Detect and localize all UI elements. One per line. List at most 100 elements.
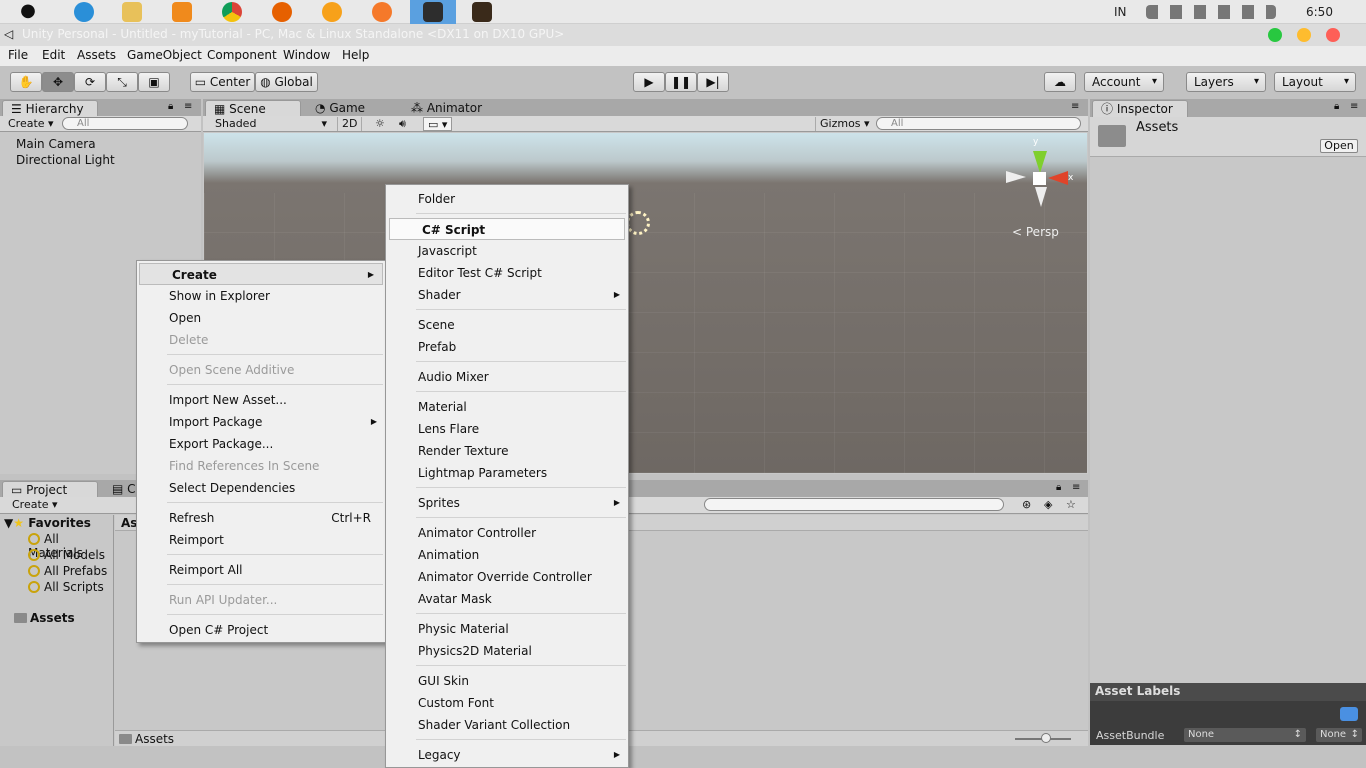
- audio-icon[interactable]: 🔊︎: [395, 117, 410, 131]
- step-button[interactable]: ▶|: [697, 72, 729, 92]
- menu-item-javascript[interactable]: Javascript: [386, 240, 628, 262]
- menu-item-animator-override-controller[interactable]: Animator Override Controller: [386, 566, 628, 588]
- menu-item-editor-test-c-script[interactable]: Editor Test C# Script: [386, 262, 628, 284]
- menu-item-animation[interactable]: Animation: [386, 544, 628, 566]
- panel-menu-icon[interactable]: ≡: [184, 101, 192, 112]
- menu-item-lightmap-parameters[interactable]: Lightmap Parameters: [386, 462, 628, 484]
- pivot-center-toggle[interactable]: ▭ Center: [190, 72, 255, 92]
- menu-item-custom-font[interactable]: Custom Font: [386, 692, 628, 714]
- sun-light-icon[interactable]: [626, 211, 650, 235]
- tray-icons[interactable]: [1146, 5, 1276, 19]
- project-search-input[interactable]: [704, 498, 1004, 511]
- lighting-icon[interactable]: ☼: [371, 117, 389, 131]
- favorite-item[interactable]: All Models: [28, 548, 105, 562]
- rect-tool-button[interactable]: ▣: [138, 72, 170, 92]
- menu-file[interactable]: File: [8, 48, 28, 62]
- menu-item-create[interactable]: Create ▶: [139, 263, 383, 285]
- menu-item-import-new-asset[interactable]: Import New Asset...: [137, 389, 385, 411]
- menu-item-open[interactable]: Open: [137, 307, 385, 329]
- pivot-global-toggle[interactable]: ◍ Global: [255, 72, 318, 92]
- menu-item-physic-material[interactable]: Physic Material: [386, 618, 628, 640]
- menu-item-folder[interactable]: Folder: [386, 188, 628, 210]
- pause-button[interactable]: ❚❚: [665, 72, 697, 92]
- shading-dropdown[interactable]: Shaded ▾: [211, 117, 329, 131]
- blender-icon[interactable]: [372, 2, 392, 22]
- tab-hierarchy[interactable]: ☰ Hierarchy: [2, 100, 98, 117]
- neg-y-cone[interactable]: [1035, 187, 1047, 207]
- favorite-star-icon[interactable]: ☆: [1062, 498, 1080, 512]
- menu-gameobject[interactable]: GameObject: [127, 48, 202, 62]
- scene-gizmo[interactable]: y x: [1004, 137, 1074, 213]
- firefox-icon[interactable]: [272, 2, 292, 22]
- assetbundle-dropdown[interactable]: None ↕: [1184, 728, 1306, 742]
- panel-menu-icon[interactable]: ≡: [1071, 101, 1079, 112]
- menu-item-legacy[interactable]: Legacy ▶: [386, 744, 628, 766]
- zoom-slider-thumb[interactable]: [1041, 733, 1051, 743]
- apple-icon[interactable]: ●: [18, 2, 38, 22]
- menu-item-export-package[interactable]: Export Package...: [137, 433, 385, 455]
- rotate-tool-button[interactable]: ⟳: [74, 72, 106, 92]
- breadcrumb[interactable]: As: [121, 516, 137, 530]
- menu-item-audio-mixer[interactable]: Audio Mixer: [386, 366, 628, 388]
- film-icon[interactable]: [472, 2, 492, 22]
- hand-tool-button[interactable]: ✋: [10, 72, 42, 92]
- menu-item-import-package[interactable]: Import Package ▶: [137, 411, 385, 433]
- perspective-label[interactable]: < Persp: [1012, 225, 1059, 239]
- unity-icon[interactable]: [423, 2, 443, 22]
- menu-item-lens-flare[interactable]: Lens Flare: [386, 418, 628, 440]
- tab-project[interactable]: ▭ Project: [2, 481, 98, 498]
- variant-dropdown[interactable]: None ↕: [1316, 728, 1362, 742]
- filter-type-icon[interactable]: ⊛: [1018, 498, 1035, 512]
- folder-icon[interactable]: [122, 2, 142, 22]
- lock-icon[interactable]: 🔒︎: [1334, 101, 1339, 112]
- tab-animator[interactable]: ⁂ Animator: [403, 100, 503, 117]
- zoom-slider[interactable]: [1015, 733, 1071, 743]
- panel-menu-icon[interactable]: ≡: [1350, 101, 1358, 112]
- assets-node[interactable]: Assets: [14, 611, 75, 625]
- language-indicator[interactable]: IN: [1114, 5, 1127, 19]
- favorites-node[interactable]: ▼★ Favorites: [4, 516, 91, 530]
- inspector-open-button[interactable]: Open: [1320, 139, 1358, 153]
- close-button[interactable]: [1326, 28, 1340, 42]
- scene-search-input[interactable]: All: [876, 117, 1081, 130]
- scale-tool-button[interactable]: ⤡: [106, 72, 138, 92]
- play-button[interactable]: ▶: [633, 72, 665, 92]
- panel-menu-icon[interactable]: ≡: [1072, 482, 1080, 493]
- move-tool-button[interactable]: ✥: [42, 72, 74, 92]
- menu-item-prefab[interactable]: Prefab: [386, 336, 628, 358]
- cloud-button[interactable]: ☁: [1044, 72, 1076, 92]
- y-axis-cone[interactable]: [1033, 151, 1047, 173]
- lock-icon[interactable]: 🔒︎: [168, 101, 173, 112]
- menu-item-select-dependencies[interactable]: Select Dependencies: [137, 477, 385, 499]
- menu-item-reimport[interactable]: Reimport: [137, 529, 385, 551]
- menu-edit[interactable]: Edit: [42, 48, 65, 62]
- project-create-button[interactable]: Create ▾: [8, 498, 62, 512]
- menu-item-material[interactable]: Material: [386, 396, 628, 418]
- layers-dropdown[interactable]: Layers: [1186, 72, 1266, 92]
- menu-item-shader-variant-collection[interactable]: Shader Variant Collection: [386, 714, 628, 736]
- hierarchy-item[interactable]: Main Camera: [16, 137, 96, 151]
- favorite-item[interactable]: All Prefabs: [28, 564, 107, 578]
- lock-icon[interactable]: 🔒︎: [1056, 482, 1061, 493]
- menu-item-show-in-explorer[interactable]: Show in Explorer: [137, 285, 385, 307]
- layout-dropdown[interactable]: Layout: [1274, 72, 1356, 92]
- menu-assets[interactable]: Assets: [77, 48, 116, 62]
- media-icon[interactable]: [172, 2, 192, 22]
- menu-item-open-c-project[interactable]: Open C# Project: [137, 619, 385, 641]
- filter-label-icon[interactable]: ◈: [1040, 498, 1056, 512]
- neg-x-cone[interactable]: [1006, 171, 1026, 183]
- hierarchy-search-input[interactable]: All: [62, 117, 188, 130]
- hierarchy-create-button[interactable]: Create ▾: [4, 117, 58, 131]
- menu-item-reimport-all[interactable]: Reimport All: [137, 559, 385, 581]
- tab-scene[interactable]: ▦ Scene: [205, 100, 301, 117]
- firefox-alt-icon[interactable]: [322, 2, 342, 22]
- menu-item-avatar-mask[interactable]: Avatar Mask: [386, 588, 628, 610]
- menu-component[interactable]: Component: [207, 48, 277, 62]
- effects-icon[interactable]: ▭ ▾: [423, 117, 453, 131]
- account-dropdown[interactable]: Account: [1084, 72, 1164, 92]
- 2d-toggle[interactable]: 2D: [337, 117, 363, 131]
- menu-item-c-script[interactable]: C# Script: [389, 218, 625, 240]
- menu-item-animator-controller[interactable]: Animator Controller: [386, 522, 628, 544]
- ie-icon[interactable]: [74, 2, 94, 22]
- tab-game[interactable]: ◔ Game: [307, 100, 397, 117]
